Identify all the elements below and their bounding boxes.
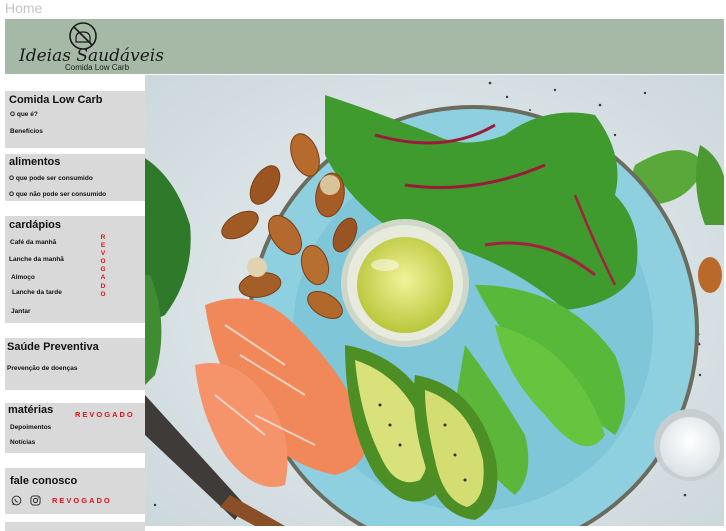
sidebar-section-contact: fale conosco REVOGADO (5, 468, 145, 514)
sidebar-link-allowed-foods[interactable]: O que pode ser consumido (9, 175, 93, 182)
section-title-materias[interactable]: matérias (8, 404, 53, 416)
sidebar-section-alimentos: alimentos O que pode ser consumido O que… (5, 154, 145, 201)
home-label[interactable]: Home (5, 0, 42, 16)
instagram-icon[interactable] (30, 495, 41, 506)
revoked-stamp: REVOGADO (100, 234, 106, 298)
sidebar-link-afternoon-snack[interactable]: Lanche da tarde (12, 289, 62, 296)
sidebar-link-forbidden-foods[interactable]: O que não pode ser consumido (9, 191, 106, 198)
sidebar-section-saude: Saúde Preventiva Prevenção de doenças (5, 338, 145, 390)
sidebar-nav: Comida Low Carb O que é? Benefícios alim… (5, 75, 145, 531)
section-title-cardapios[interactable]: cardápios (9, 219, 61, 231)
sidebar-link-breakfast[interactable]: Café da manhã (10, 239, 56, 246)
revoked-stamp: REVOGADO (75, 410, 135, 419)
sidebar-section-extra (5, 522, 145, 531)
sidebar-link-dinner[interactable]: Jantar (11, 308, 31, 315)
sidebar-section-cardapios: cardápios Café da manhã Lanche da manhã … (5, 216, 145, 323)
sidebar-link-news[interactable]: Notícias (10, 439, 35, 446)
sidebar-link-morning-snack[interactable]: Lanche da manhã (9, 256, 64, 263)
section-title-saude[interactable]: Saúde Preventiva (7, 341, 99, 353)
hero-image (145, 75, 724, 526)
revoked-stamp: REVOGADO (52, 496, 112, 505)
header-banner: Ideias Saudáveis Comida Low Carb (5, 19, 724, 74)
site-logo[interactable]: Ideias Saudáveis Comida Low Carb (19, 21, 164, 72)
sidebar-link-prevention[interactable]: Prevenção de doenças (7, 365, 77, 372)
brand-subtitle: Comida Low Carb (65, 63, 130, 72)
sidebar-link-testimonials[interactable]: Depoimentos (10, 424, 51, 431)
section-title-contact[interactable]: fale conosco (10, 475, 77, 487)
whatsapp-icon[interactable] (11, 495, 22, 506)
sidebar-link-what-is[interactable]: O que é? (10, 111, 38, 118)
salad-plate-photo (145, 75, 724, 526)
sidebar-section-low-carb: Comida Low Carb O que é? Benefícios (5, 91, 145, 148)
sidebar-section-materias: matérias REVOGADO Depoimentos Notícias (5, 403, 145, 453)
section-title-alimentos[interactable]: alimentos (9, 156, 60, 168)
sidebar-link-lunch[interactable]: Almoço (11, 274, 35, 281)
sidebar-link-benefits[interactable]: Benefícios (10, 128, 43, 135)
section-title-low-carb[interactable]: Comida Low Carb (9, 94, 103, 106)
